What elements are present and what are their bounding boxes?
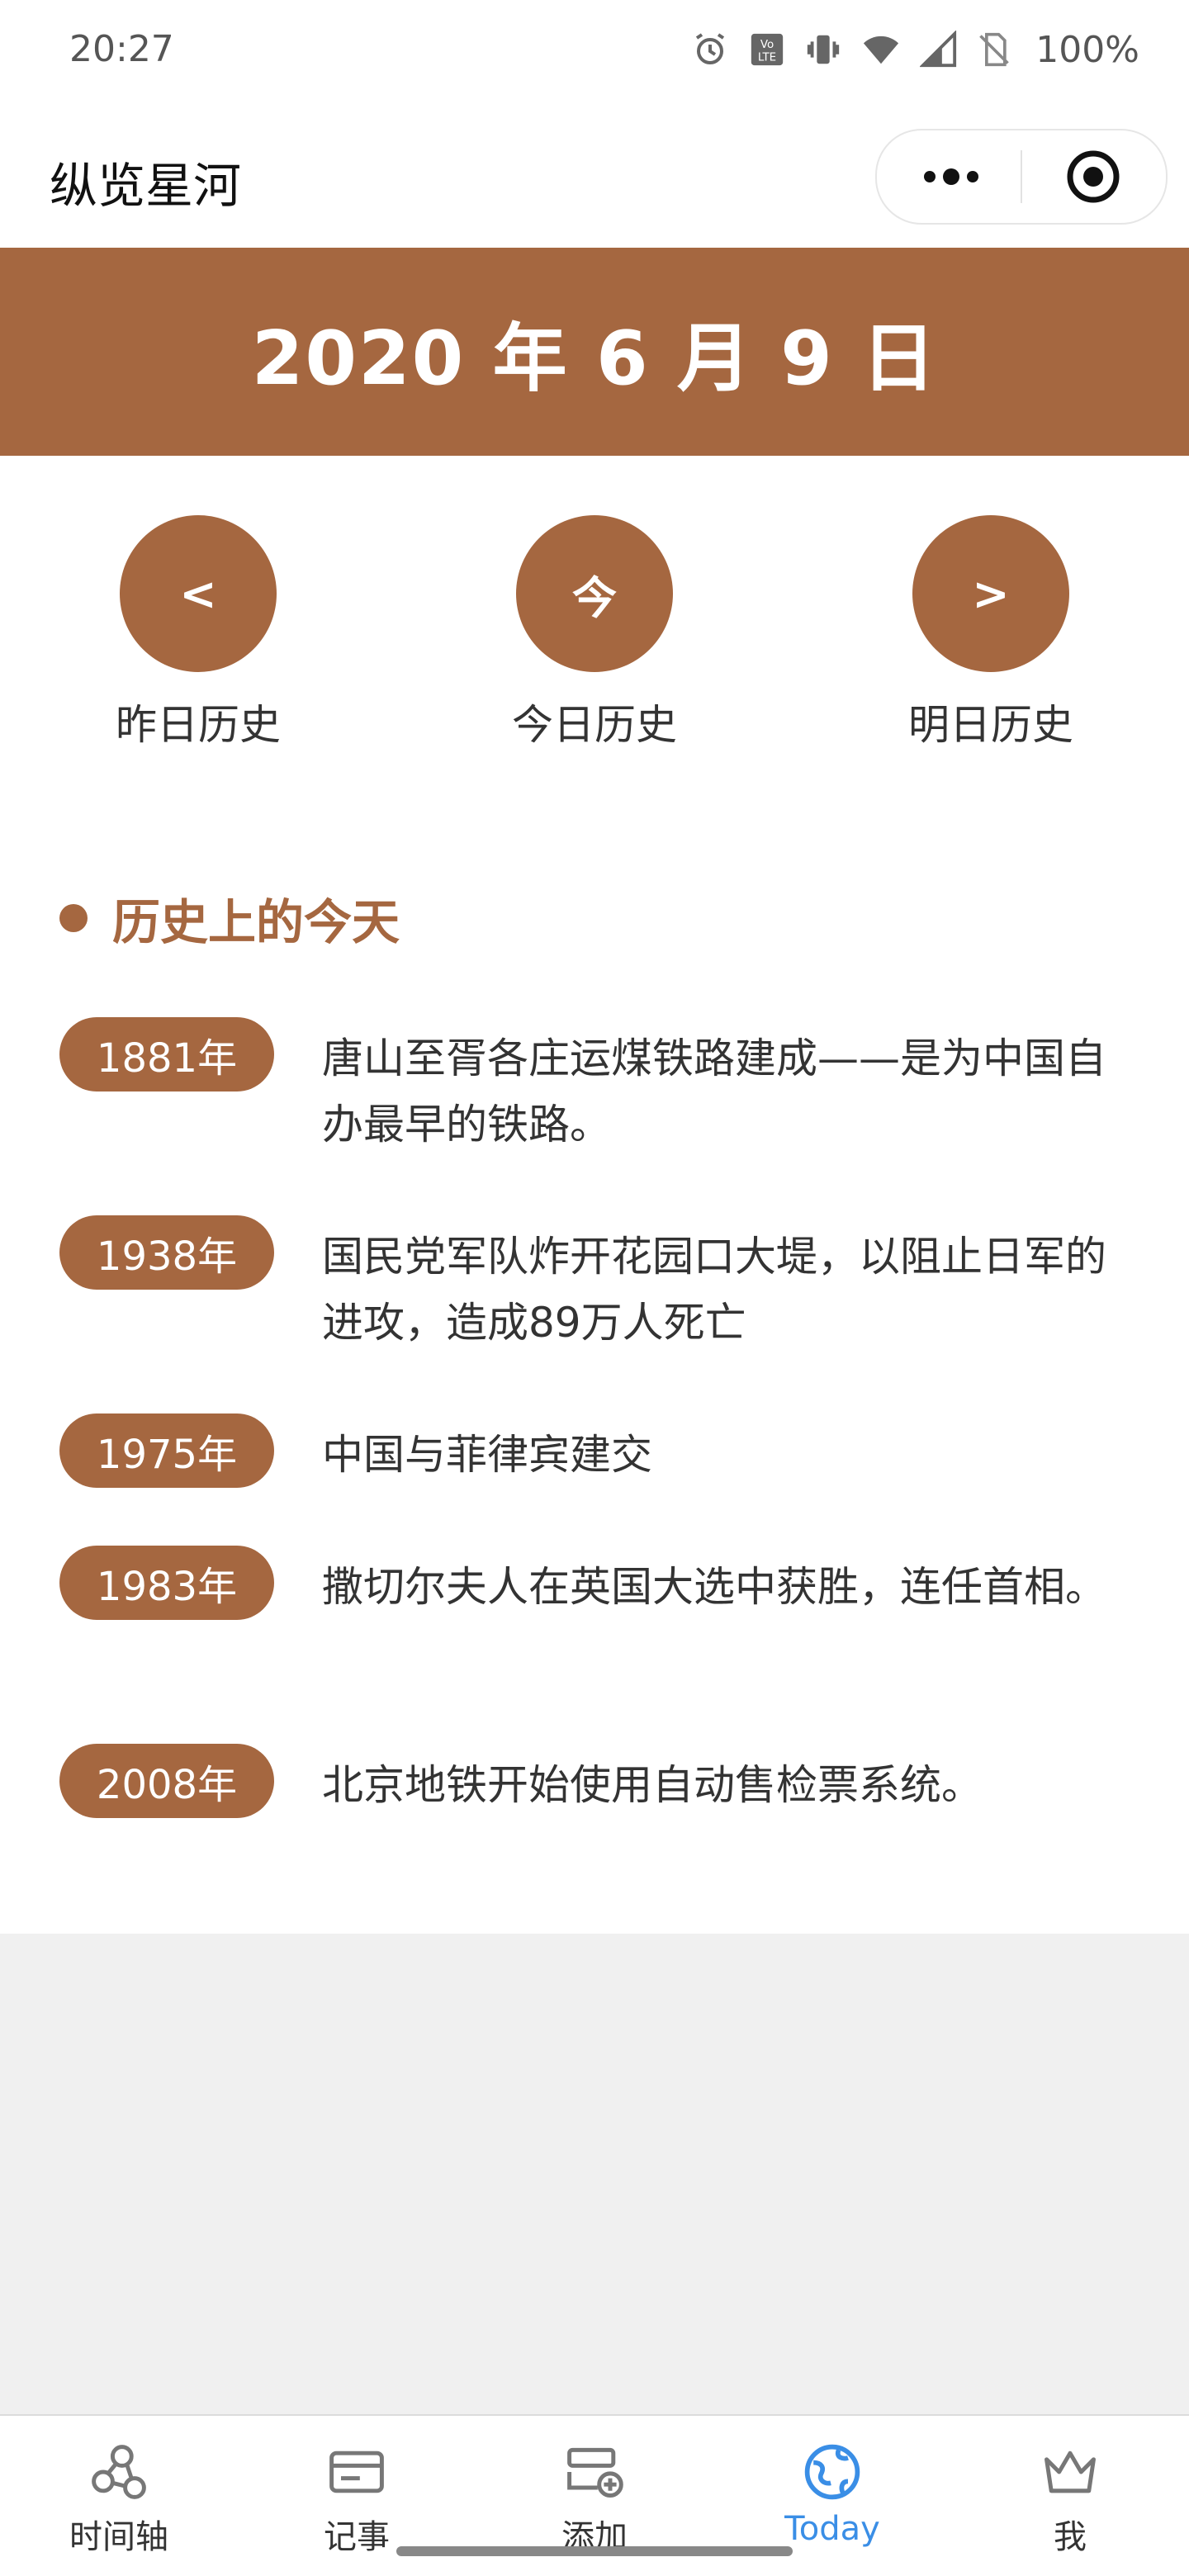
page-title: 纵览星河 [50,158,242,214]
status-bar: 20:27 Vo LTE 100% [0,0,1189,107]
alarm-icon [696,33,725,64]
tomorrow-button[interactable]: > 明日历史 [883,515,1098,751]
no-sim-icon [979,32,1009,67]
notes-card-icon [329,2451,384,2493]
globe-icon [804,2444,860,2500]
timeline-icon [92,2445,146,2499]
section-title: 历史上的今天 [112,894,400,950]
event-year-badge: 1938年 [59,1215,274,1290]
battery-percent: 100% [1035,28,1139,71]
nav-bar: 纵览星河 [0,107,1189,248]
tab-timeline[interactable]: 时间轴 [0,2416,238,2576]
today-label: 今日历史 [512,701,677,749]
event-year-badge: 1975年 [59,1413,274,1488]
wifi-icon [864,36,899,64]
prev-day-icon[interactable]: < [120,515,277,672]
svg-text:LTE: LTE [758,51,776,64]
event-text: 国民党军队炸开花园口大堤，以阻止日军的进攻，造成89万人死亡 [322,1233,1106,1347]
svg-text:Vo: Vo [760,39,774,51]
next-day-icon[interactable]: > [912,515,1069,672]
event-text: 中国与菲律宾建交 [322,1431,652,1479]
tab-me[interactable]: 我 [951,2416,1189,2576]
capsule-divider [1021,150,1022,203]
status-time: 20:27 [69,28,174,70]
target-circle-icon[interactable] [1065,149,1121,205]
section-header: 历史上的今天 [59,885,400,951]
event-year-badge: 1881年 [59,1017,274,1091]
signal-icon [920,31,957,68]
event-year-badge: 1983年 [59,1546,274,1620]
bullet-dot-icon [59,904,88,932]
volte-icon: Vo LTE [751,33,784,66]
event-year-badge: 2008年 [59,1744,274,1818]
main-content: < 昨日历史 今 今日历史 > 明日历史 历史上的今天 1881年 唐山至胥各庄… [0,456,1189,1934]
tab-label: 时间轴 [69,2518,168,2556]
yesterday-label: 昨日历史 [116,701,281,749]
status-icons: Vo LTE 100% [690,25,1139,74]
today-button[interactable]: 今 今日历史 [487,515,702,751]
page: 20:27 Vo LTE 100% 纵览星河 2020 年 6 月 9 日 < … [0,0,1189,2576]
tab-label: Today [784,2510,880,2548]
crown-icon [1045,2451,1096,2493]
more-dots-icon[interactable] [910,152,992,201]
event-text: 唐山至胥各庄运煤铁路建成——是为中国自办最早的铁路。 [322,1035,1106,1148]
date-banner: 2020 年 6 月 9 日 [0,248,1189,456]
event-text: 北京地铁开始使用自动售检票系统。 [322,1761,983,1809]
add-record-icon [567,2447,623,2498]
vibrate-icon [808,35,840,64]
home-indicator[interactable] [396,2546,793,2556]
tomorrow-label: 明日历史 [908,701,1073,749]
today-icon[interactable]: 今 [516,515,673,672]
event-text: 撒切尔夫人在英国大选中获胜，连任首相。 [322,1563,1106,1611]
miniprogram-capsule [875,129,1168,225]
tab-label: 我 [1054,2518,1087,2556]
yesterday-button[interactable]: < 昨日历史 [91,515,306,751]
day-navigation: < 昨日历史 今 今日历史 > 明日历史 [0,515,1189,788]
